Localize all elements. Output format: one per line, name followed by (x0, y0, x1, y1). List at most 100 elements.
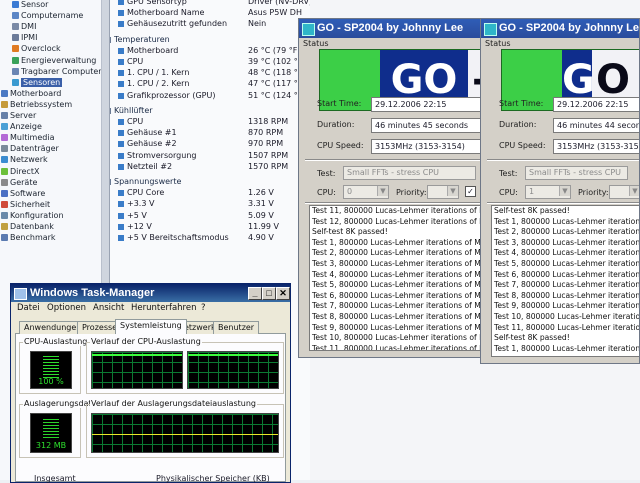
maximize-button[interactable]: □ (262, 287, 276, 300)
tab-systemleistung[interactable]: Systemleistung (115, 319, 187, 334)
test-select[interactable]: Small FFTs - stress CPU (343, 166, 476, 180)
cpu-speed-label: CPU Speed: (499, 141, 546, 150)
priority-select[interactable]: ▼ (427, 185, 459, 199)
tree-item[interactable]: Server (1, 111, 36, 120)
sensor-row[interactable]: 1. CPU / 1. Kern 48 °C (118 °F) (110, 68, 310, 79)
log-line: Test 10, 800000 Lucas-Lehmer iterations … (312, 333, 488, 343)
sensor-value: 1507 RPM (248, 150, 289, 160)
sensor-row[interactable]: Motherboard 26 °C (79 °F) (110, 46, 310, 57)
log-line: Self-test 8K passed! (494, 333, 570, 343)
task-manager-icon (14, 288, 27, 300)
status-group-label: Status (303, 39, 329, 48)
sensor-row[interactable]: Grafikprozessor (GPU) 51 °C (124 °F) (110, 91, 310, 102)
group-icon (110, 107, 111, 114)
go-title-text: GO - SP2004 by Johnny Lee (317, 22, 464, 34)
priority-select-value (610, 187, 613, 196)
laptop-icon (12, 67, 19, 75)
tree-item[interactable]: Sensoren (12, 77, 63, 87)
sensor-icon (118, 212, 124, 219)
log-output[interactable]: Self-test 8K passed! Test 1, 800000 Lucas… (491, 205, 640, 357)
log-line: Test 11, 800000 Lucas-Lehmer iterations … (494, 322, 640, 332)
tree-item[interactable]: Multimedia (1, 133, 54, 142)
tree-item[interactable]: Geräte (1, 178, 37, 187)
test-select[interactable]: Small FFTs - stress CPU (525, 166, 628, 180)
pagefile-history-group: Verlauf der Auslagerungsdateiauslastung (86, 399, 284, 458)
tree-item[interactable]: Datenbank (1, 222, 54, 231)
sensor-name: Motherboard Name (127, 8, 205, 18)
sensor-row[interactable]: CPU 39 °C (102 °F) (110, 57, 310, 68)
divider (305, 159, 487, 161)
status-group-label: Status (485, 39, 511, 48)
tree-item[interactable]: Software (1, 189, 45, 198)
sensor-row[interactable]: Gehäuse #2 970 RPM (110, 139, 310, 150)
tree-item[interactable]: Overclock (12, 44, 61, 53)
cpu-usage-meter: 100 % (30, 351, 72, 389)
log-output[interactable]: Test 11, 800000 Lucas-Lehmer iterations … (309, 205, 488, 351)
overclock-icon (12, 45, 19, 53)
tree-item[interactable]: Netzwerk (1, 155, 48, 164)
tree-item[interactable]: Energieverwaltung (12, 56, 96, 65)
tree-item-label: Anzeige (10, 122, 42, 132)
tree-item[interactable]: DirectX (1, 167, 39, 176)
log-line: Self-test 8K passed! (494, 206, 570, 215)
tree-item[interactable]: Konfiguration (1, 211, 64, 220)
go-titlebar[interactable]: GO - SP2004 by Johnny Lee (481, 19, 639, 38)
menu-item[interactable]: Herunterfahren (131, 303, 196, 313)
menu-item[interactable]: Optionen (47, 303, 86, 313)
sensor-row[interactable]: +5 V Bereitschaftsmodus 4.90 V (110, 233, 310, 244)
cpu-select[interactable]: 1 ▼ (525, 185, 571, 199)
tab-benutzer[interactable]: Benutzer (213, 321, 260, 334)
sensor-row[interactable]: CPU 1318 RPM (110, 117, 310, 128)
tree-item[interactable]: Anzeige (1, 122, 42, 131)
sensor-value: 1.26 V (248, 188, 274, 198)
duration-value: 46 minutes 44 seconds (553, 118, 639, 133)
cpu-select[interactable]: 0 ▼ (343, 185, 389, 199)
tree-item[interactable]: Datenträger (1, 144, 59, 153)
minimize-button[interactable]: _ (248, 287, 262, 300)
tree-item[interactable]: DMI (12, 22, 36, 31)
sensor-row[interactable]: CPU Core 1.26 V (110, 188, 310, 199)
totals-label: Insgesamt (34, 474, 76, 483)
tree-item[interactable]: Sicherheit (1, 200, 50, 209)
go-titlebar[interactable]: GO - SP2004 by Johnny Lee (299, 19, 487, 38)
sensor-row[interactable]: +3.3 V 3.31 V (110, 199, 310, 210)
sensor-icon (118, 163, 124, 170)
sensor-group-header[interactable]: Temperaturen (110, 35, 310, 46)
log-line: Test 12, 800000 Lucas-Lehmer iterations … (312, 216, 488, 226)
tree-item-label: Tragbarer Computer (21, 66, 102, 76)
sensor-row[interactable]: +12 V 11.99 V (110, 222, 310, 233)
go-app-icon (302, 23, 315, 36)
pagefile-usage-group: Auslagerungsdatei 312 MB (19, 399, 100, 458)
sensor-icon (118, 0, 124, 5)
sensor-row[interactable]: Gehäusezutritt gefunden Nein (110, 19, 310, 30)
sensor-row[interactable]: Stromversorgung 1507 RPM (110, 151, 310, 162)
sensor-row[interactable]: +5 V 5.09 V (110, 211, 310, 222)
menu-item[interactable]: ? (201, 303, 206, 313)
tree-item[interactable]: Tragbarer Computer (12, 66, 102, 76)
tree-item-label: Server (10, 111, 37, 120)
cpu-label: CPU: (317, 188, 336, 197)
menu-item[interactable]: Datei (17, 303, 40, 313)
tree-item[interactable]: Betriebssystem (1, 100, 72, 109)
sensor-group-header[interactable]: Spannungswerte (110, 177, 310, 188)
sensor-row[interactable]: Motherboard Name Asus P5W DH (110, 8, 310, 19)
sensor-row[interactable]: GPU Sensortyp Driver (NV-DRV) (110, 0, 310, 8)
sensor-row[interactable]: Netzteil #2 1570 RPM (110, 162, 310, 173)
task-manager-titlebar[interactable]: Windows Task-Manager _ □ ✕ (11, 284, 290, 302)
priority-select[interactable]: ▼ (609, 185, 639, 199)
enable-checkbox[interactable]: ✓ (465, 186, 476, 197)
log-line: Test 1, 800000 Lucas-Lehmer iterations o… (494, 216, 640, 226)
tree-item[interactable]: Computername (12, 11, 83, 20)
sensor-group-header[interactable]: Kühllüfter (110, 106, 310, 117)
tree-item-label: Datenträger (10, 144, 59, 154)
tree-item[interactable]: IPMI (12, 33, 37, 42)
menu-item[interactable]: Ansicht (93, 303, 124, 313)
tree-item[interactable]: Benchmark (1, 233, 56, 242)
tree-item[interactable]: Sensor (12, 0, 48, 9)
test-label: Test: (499, 169, 518, 178)
sensor-row[interactable]: 1. CPU / 2. Kern 47 °C (117 °F) (110, 79, 310, 90)
close-button[interactable]: ✕ (276, 287, 290, 300)
tree-item[interactable]: Motherboard (1, 89, 61, 98)
sensor-row[interactable]: Gehäuse #1 870 RPM (110, 128, 310, 139)
tree-item-label: Betriebssystem (10, 99, 73, 109)
